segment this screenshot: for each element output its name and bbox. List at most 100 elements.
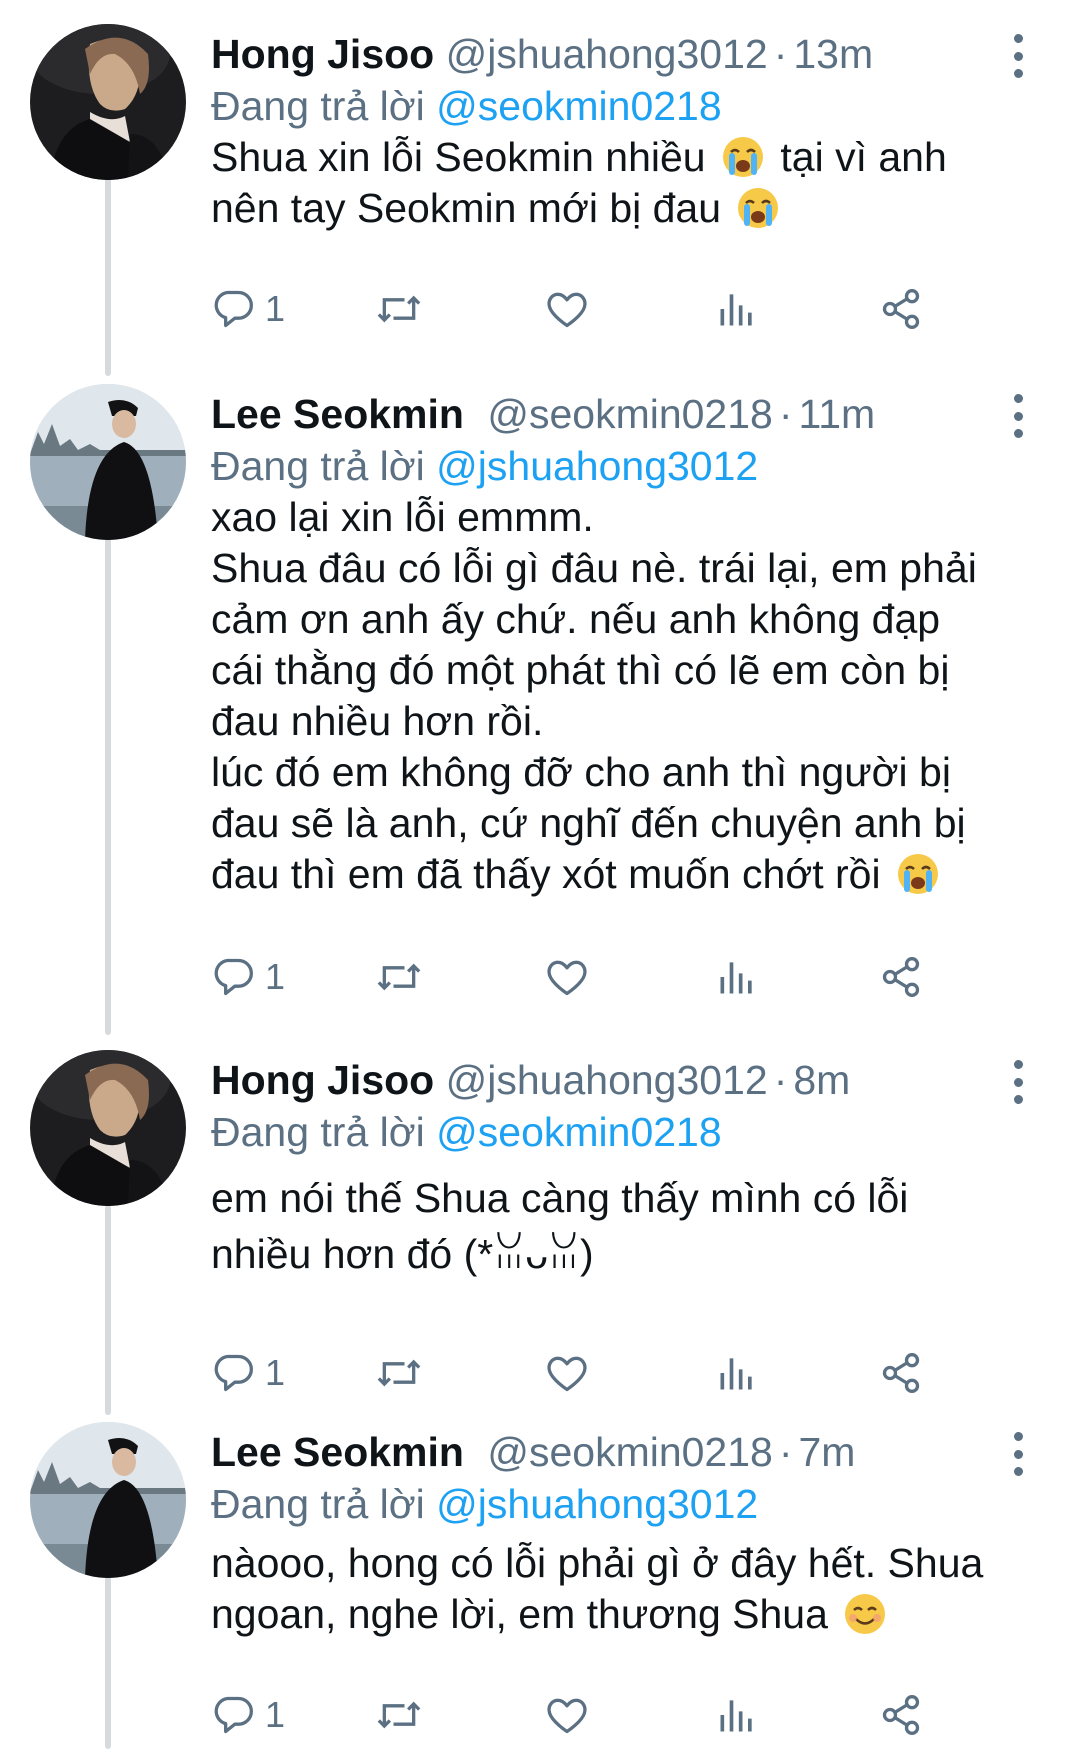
loudly-crying-face-icon xyxy=(897,854,938,894)
text-line: Shua đâu có lỗi gì đâu nè. trái lại, em … xyxy=(211,545,977,591)
reply-button[interactable]: 1 xyxy=(211,284,285,334)
text-line: cái thằng đó một phát thì có lẽ em còn b… xyxy=(211,647,950,693)
analytics-button[interactable] xyxy=(715,284,759,334)
heart-icon xyxy=(547,1356,587,1392)
share-icon xyxy=(882,1695,920,1735)
avatar-seokmin[interactable] xyxy=(30,1422,186,1578)
reply-context: Đang trả lời @jshuahong3012 xyxy=(211,442,758,490)
avatar-seokmin[interactable] xyxy=(30,384,186,540)
text-segment: nên tay Seokmin mới bị đau xyxy=(211,185,722,231)
retweet-button[interactable] xyxy=(375,284,423,334)
retweet-icon xyxy=(377,963,421,991)
text-line: lúc đó em không đỡ cho anh thì người bị xyxy=(211,749,951,795)
text-line: đau sẽ là anh, cứ nghĩ đến chuyện anh bị xyxy=(211,800,966,846)
separator-dot: · xyxy=(773,1057,788,1103)
tweet-header: Hong Jisoo @jshuahong3012 · 8m xyxy=(211,1056,850,1104)
retweet-icon xyxy=(377,1359,421,1387)
author-name[interactable]: Hong Jisoo xyxy=(211,1057,434,1103)
analytics-button[interactable] xyxy=(715,1690,759,1740)
author-name[interactable]: Hong Jisoo xyxy=(211,31,434,77)
reply-count: 1 xyxy=(265,288,286,329)
mention-link[interactable]: @seokmin0218 xyxy=(436,83,722,129)
loudly-crying-face-icon xyxy=(738,188,779,228)
more-options-icon[interactable] xyxy=(1006,394,1030,438)
share-button[interactable] xyxy=(879,1690,923,1740)
analytics-icon xyxy=(720,1700,752,1732)
text-line: ngoan, nghe lời, em thương Shua xyxy=(211,1589,1041,1640)
text-segment: Shua xin lỗi Seokmin nhiều xyxy=(211,134,706,180)
analytics-button[interactable] xyxy=(715,952,759,1002)
author-name[interactable]: Lee Seokmin xyxy=(211,1429,464,1475)
timestamp[interactable]: 11m xyxy=(799,391,876,437)
thread-line xyxy=(105,176,111,376)
retweet-icon xyxy=(377,295,421,323)
separator-dot: · xyxy=(778,391,793,437)
tweet-header: Hong Jisoo @jshuahong3012 · 13m xyxy=(211,30,873,78)
retweet-button[interactable] xyxy=(375,1348,423,1398)
more-options-icon[interactable] xyxy=(1006,34,1030,78)
avatar-jisoo[interactable] xyxy=(30,24,186,180)
reply-count: 1 xyxy=(265,956,286,997)
action-bar: 1 xyxy=(211,952,1031,1002)
tweet-header: Lee Seokmin @seokmin0218 · 7m xyxy=(211,1428,855,1476)
text-segment: ngoan, nghe lời, em thương Shua xyxy=(211,1591,828,1637)
author-handle[interactable]: @jshuahong3012 xyxy=(446,31,768,77)
text-line: xao lại xin lỗi emmm. xyxy=(211,494,594,540)
share-icon xyxy=(882,1353,920,1393)
timestamp[interactable]: 7m xyxy=(799,1429,856,1475)
reply-context: Đang trả lời @seokmin0218 xyxy=(211,1108,722,1156)
share-icon xyxy=(882,289,920,329)
like-button[interactable] xyxy=(545,952,589,1002)
mention-link[interactable]: @jshuahong3012 xyxy=(436,1481,758,1527)
author-handle[interactable]: @jshuahong3012 xyxy=(446,1057,768,1103)
mention-link[interactable]: @jshuahong3012 xyxy=(436,443,758,489)
action-bar: 1 xyxy=(211,1690,1031,1740)
timestamp[interactable]: 8m xyxy=(793,1057,850,1103)
share-button[interactable] xyxy=(879,284,923,334)
reply-button[interactable]: 1 xyxy=(211,1348,285,1398)
reply-context: Đang trả lời @jshuahong3012 xyxy=(211,1480,758,1528)
text-segment: đau thì em đã thấy xót muốn chớt rồi xyxy=(211,851,881,897)
retweet-icon xyxy=(377,1701,421,1729)
retweet-button[interactable] xyxy=(375,952,423,1002)
more-options-icon[interactable] xyxy=(1006,1060,1030,1104)
tweet-text: em nói thế Shua càng thấy mình có lỗi nh… xyxy=(211,1170,1041,1282)
separator-dot: · xyxy=(778,1429,793,1475)
avatar-jisoo[interactable] xyxy=(30,1050,186,1206)
action-bar: 1 xyxy=(211,1348,1031,1398)
timestamp[interactable]: 13m xyxy=(793,31,873,77)
text-line: đau nhiều hơn rồi. xyxy=(211,698,544,744)
text-line: cảm ơn anh ấy chứ. nếu anh không đạp xyxy=(211,596,941,642)
author-handle[interactable]: @seokmin0218 xyxy=(487,1429,773,1475)
reply-icon xyxy=(214,1696,253,1734)
share-button[interactable] xyxy=(879,1348,923,1398)
heart-icon xyxy=(547,960,587,996)
retweet-button[interactable] xyxy=(375,1690,423,1740)
tweet-text: xao lại xin lỗi emmm. Shua đâu có lỗi gì… xyxy=(211,492,1041,900)
thread-line xyxy=(105,1575,111,1749)
smiling-face-icon xyxy=(845,1594,886,1634)
thread-line xyxy=(105,1205,111,1415)
analytics-icon xyxy=(720,962,752,994)
heart-icon xyxy=(547,1698,587,1734)
mention-link[interactable]: @seokmin0218 xyxy=(436,1109,722,1155)
reply-count: 1 xyxy=(265,1694,286,1735)
like-button[interactable] xyxy=(545,284,589,334)
text-line: nên tay Seokmin mới bị đau xyxy=(211,183,1041,234)
analytics-button[interactable] xyxy=(715,1348,759,1398)
reply-button[interactable]: 1 xyxy=(211,952,285,1002)
author-handle[interactable]: @seokmin0218 xyxy=(487,391,773,437)
like-button[interactable] xyxy=(545,1348,589,1398)
loudly-crying-face-icon xyxy=(723,137,763,177)
thread-line xyxy=(105,535,111,1035)
reply-prefix: Đang trả lời xyxy=(211,1481,425,1527)
more-options-icon[interactable] xyxy=(1006,1432,1030,1476)
text-line: đau thì em đã thấy xót muốn chớt rồi xyxy=(211,849,1041,900)
text-line: Shua xin lỗi Seokmin nhiều tại vì anh xyxy=(211,132,1041,183)
like-button[interactable] xyxy=(545,1690,589,1740)
text-line: nàooo, hong có lỗi phải gì ở đây hết. Sh… xyxy=(211,1540,984,1586)
reply-button[interactable]: 1 xyxy=(211,1690,285,1740)
share-button[interactable] xyxy=(879,952,923,1002)
author-name[interactable]: Lee Seokmin xyxy=(211,391,464,437)
reply-icon xyxy=(214,958,253,996)
